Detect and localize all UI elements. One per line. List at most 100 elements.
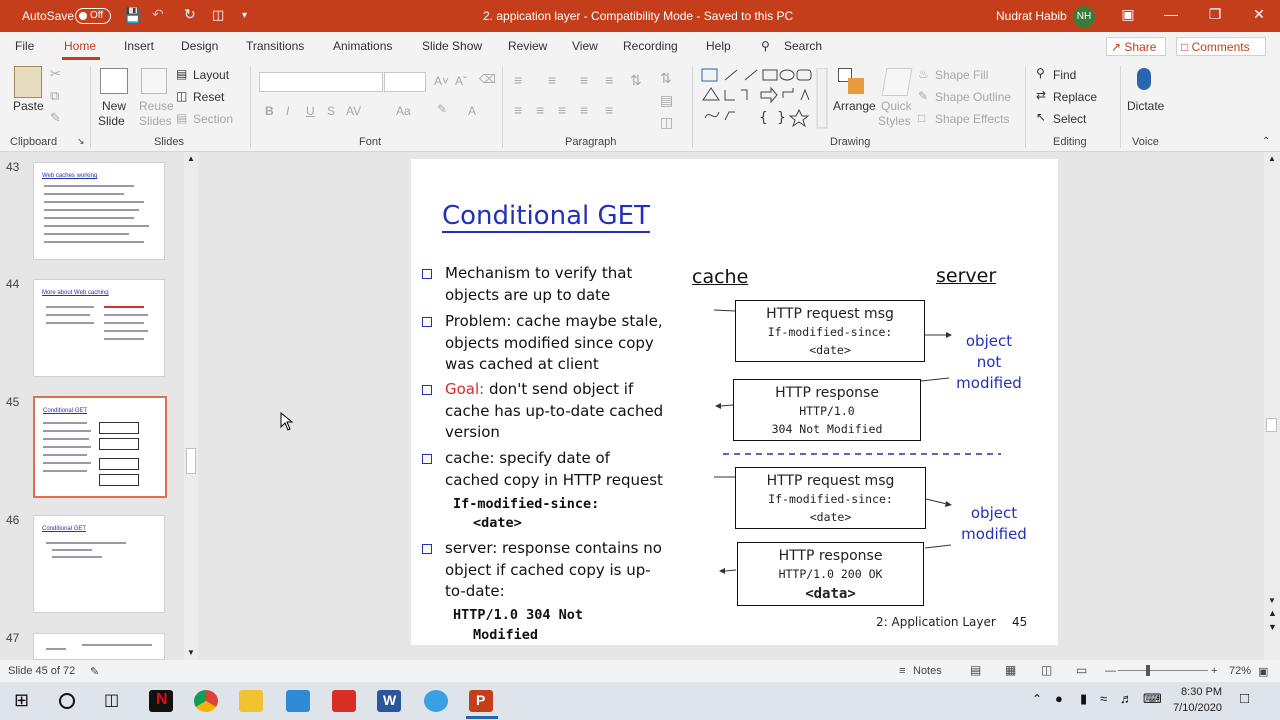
avatar[interactable]: NH: [1073, 6, 1095, 28]
smartart-icon[interactable]: ◫: [660, 114, 673, 131]
internet-explorer-icon[interactable]: [424, 690, 448, 712]
volume-icon[interactable]: ♬: [1120, 691, 1133, 706]
zoom-level[interactable]: 72%: [1229, 665, 1251, 677]
share-button[interactable]: ↗ Share: [1106, 37, 1166, 56]
tab-home[interactable]: Home: [64, 39, 96, 53]
bullets-icon[interactable]: ≡: [514, 72, 522, 88]
copy-icon[interactable]: ⧉: [50, 88, 59, 104]
increase-font-icon[interactable]: A˅: [434, 74, 449, 88]
label-object-not-modified[interactable]: object not modified: [952, 331, 1026, 394]
http-response-box-1[interactable]: HTTP response HTTP/1.0 304 Not Modified: [733, 379, 921, 441]
slide-thumbnail-47[interactable]: [33, 633, 165, 660]
bold-button[interactable]: B: [265, 104, 274, 118]
tab-design[interactable]: Design: [181, 39, 218, 53]
maximize-icon[interactable]: ❐: [1205, 6, 1225, 23]
word-icon[interactable]: W: [377, 690, 401, 712]
slide-scrollbar[interactable]: ▲ ▼ ▲ ▼: [1264, 152, 1280, 660]
shape-effects-button[interactable]: Shape Effects: [935, 112, 1010, 126]
new-slide-label-1[interactable]: New: [102, 99, 126, 113]
zoom-in-icon[interactable]: +: [1211, 665, 1217, 677]
slide-thumbnail-43[interactable]: Web caches working: [33, 162, 165, 260]
close-icon[interactable]: ✕: [1249, 6, 1269, 23]
accessibility-icon[interactable]: ✎: [90, 665, 99, 678]
quick-styles-icon[interactable]: [881, 68, 913, 96]
tab-help[interactable]: Help: [706, 39, 731, 53]
shapes-gallery[interactable]: { }: [701, 68, 831, 130]
save-icon[interactable]: 💾: [124, 7, 141, 24]
align-left-icon[interactable]: ≡: [514, 102, 522, 118]
tab-insert[interactable]: Insert: [124, 39, 154, 53]
decrease-font-icon[interactable]: Aˇ: [455, 74, 467, 88]
tab-recording[interactable]: Recording: [623, 39, 678, 53]
normal-view-icon[interactable]: ▤: [970, 663, 981, 677]
thumbnail-scrollbar[interactable]: ▲ ▼: [184, 152, 198, 660]
netflix-icon[interactable]: N: [149, 690, 173, 712]
reading-view-icon[interactable]: ◫: [1041, 663, 1052, 677]
italic-button[interactable]: I: [286, 104, 289, 118]
task-view-icon[interactable]: ◫: [104, 690, 119, 710]
clipboard-launcher-icon[interactable]: ↘: [77, 136, 85, 147]
customize-qat-icon[interactable]: ▾: [242, 10, 247, 21]
minimize-icon[interactable]: —: [1161, 6, 1181, 22]
columns-icon[interactable]: ≡: [605, 102, 613, 118]
arrange-icon[interactable]: [838, 68, 866, 96]
user-name[interactable]: Nudrat Habib: [996, 9, 1067, 23]
line-spacing-icon[interactable]: ⇅: [630, 72, 642, 89]
next-slide-icon[interactable]: ▼: [1268, 622, 1277, 632]
decrease-indent-icon[interactable]: ≡: [580, 72, 588, 88]
paste-button[interactable]: Paste: [13, 99, 44, 113]
strike-button[interactable]: S: [327, 104, 335, 118]
align-text-icon[interactable]: ▤: [660, 92, 673, 109]
new-slide-label-2[interactable]: Slide: [98, 114, 125, 128]
show-hidden-icons[interactable]: ⌃: [1032, 692, 1042, 706]
slide-sorter-icon[interactable]: ▦: [1005, 663, 1016, 677]
increase-indent-icon[interactable]: ≡: [605, 72, 613, 88]
notifications-icon[interactable]: □: [1240, 690, 1249, 707]
scroll-down-icon[interactable]: ▼: [187, 648, 195, 657]
http-request-box-2[interactable]: HTTP request msg If-modified-since: <dat…: [735, 467, 926, 529]
slide-thumbnail-44[interactable]: More about Web caching: [33, 279, 165, 377]
store-icon[interactable]: [286, 690, 310, 712]
microphone-tray-icon[interactable]: ●: [1055, 691, 1063, 706]
scroll-down-icon[interactable]: ▼: [1268, 596, 1276, 605]
paste-icon[interactable]: [14, 66, 42, 98]
scroll-up-icon[interactable]: ▲: [1268, 154, 1276, 163]
section-button[interactable]: Section: [193, 112, 233, 126]
change-case-icon[interactable]: Aa: [396, 104, 411, 118]
slide-thumbnail-46[interactable]: Conditional GET: [33, 515, 165, 613]
reset-button[interactable]: Reset: [193, 90, 224, 104]
clock-time[interactable]: 8:30 PM: [1170, 686, 1222, 698]
acrobat-icon[interactable]: [332, 690, 356, 712]
cortana-icon[interactable]: [59, 693, 75, 709]
numbering-icon[interactable]: ≡: [548, 72, 556, 88]
zoom-out-icon[interactable]: —: [1105, 665, 1116, 677]
comments-button[interactable]: □ Comments: [1176, 37, 1266, 56]
http-request-box-1[interactable]: HTTP request msg If-modified-since: <dat…: [735, 300, 925, 362]
slide[interactable]: Conditional GET Mechanism to verify that…: [411, 159, 1058, 645]
redo-icon[interactable]: ↻: [184, 6, 196, 23]
quick-styles-label-2[interactable]: Styles: [878, 114, 911, 128]
align-right-icon[interactable]: ≡: [558, 102, 566, 118]
http-response-box-2[interactable]: HTTP response HTTP/1.0 200 OK <data>: [737, 542, 924, 606]
present-icon[interactable]: ◫: [212, 7, 224, 23]
keyboard-icon[interactable]: ⌨: [1143, 691, 1162, 707]
reuse-slides-label-1[interactable]: Reuse: [139, 99, 174, 113]
select-button[interactable]: Select: [1053, 112, 1086, 126]
tab-animations[interactable]: Animations: [333, 39, 392, 53]
ribbon-display-icon[interactable]: ▣: [1118, 6, 1138, 23]
font-color-icon[interactable]: A: [468, 104, 476, 118]
shape-fill-button[interactable]: Shape Fill: [935, 68, 988, 82]
clock-date[interactable]: 7/10/2020: [1170, 702, 1222, 714]
slide-editing-area[interactable]: Conditional GET Mechanism to verify that…: [202, 152, 1264, 660]
scrollbar-thumb[interactable]: [1266, 418, 1277, 432]
reuse-slides-label-2[interactable]: Slides: [139, 114, 172, 128]
windows-start-icon[interactable]: ⊞: [14, 690, 29, 711]
slide-thumbnail-45[interactable]: Conditional GET: [33, 396, 167, 498]
tab-file[interactable]: File: [15, 39, 34, 53]
reuse-slides-icon[interactable]: [141, 68, 167, 94]
replace-button[interactable]: Replace: [1053, 90, 1097, 104]
zoom-slider-thumb[interactable]: [1146, 665, 1150, 676]
text-direction-icon[interactable]: ⇅: [660, 70, 672, 87]
dictate-button[interactable]: Dictate: [1127, 99, 1164, 113]
collapse-ribbon-icon[interactable]: ⌃: [1262, 136, 1270, 147]
